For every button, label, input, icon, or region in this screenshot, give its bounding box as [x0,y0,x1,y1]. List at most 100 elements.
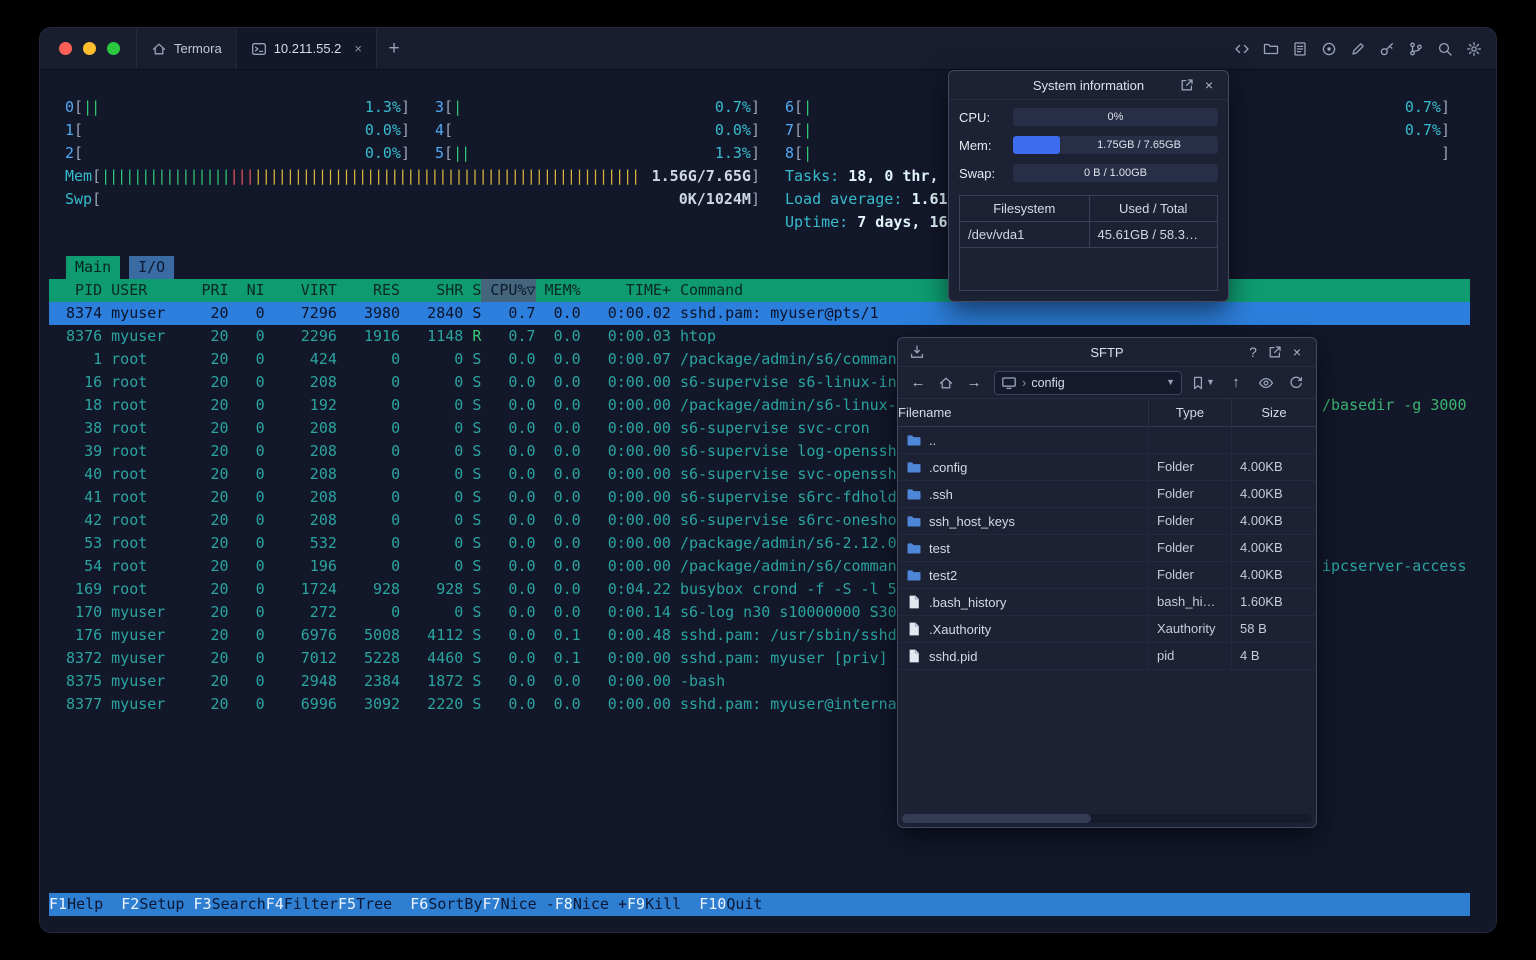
fkey-F5[interactable]: F5 Tree [338,893,410,916]
fkey-F9[interactable]: F9 Kill [627,893,699,916]
state: S [472,488,482,506]
download-icon[interactable] [906,341,928,363]
tab-termora[interactable]: Termora [136,28,237,69]
fkey-F1[interactable]: F1 Help [49,893,121,916]
sftp-column-filename[interactable]: Filename [898,399,1148,427]
user: myuser [111,327,166,345]
fkey-F7[interactable]: F7 Nice - [483,893,555,916]
path-bar[interactable]: › config ▼ [994,370,1182,395]
termora-window: Termora 10.211.55.2 × + 0[|| 1.3%] 3[| 0.7%… [40,28,1496,932]
fkey-F2[interactable]: F2 Setup [121,893,193,916]
ni: 0 [255,396,265,414]
sftp-column-size[interactable]: Size [1231,399,1316,427]
refresh-button[interactable] [1284,371,1308,395]
column-header-res[interactable]: RES [337,279,400,302]
pid: 8376 [66,327,103,345]
notes-icon[interactable] [1288,37,1312,61]
resource-label: Swap: [959,165,996,181]
close-window-button[interactable] [59,42,72,55]
fkey-F8[interactable]: F8 Nice + [555,893,627,916]
record-icon[interactable] [1317,37,1341,61]
file-row[interactable]: .Xauthority Xauthority 58 B [898,616,1316,643]
code-icon[interactable] [1230,37,1254,61]
key-icon[interactable] [1375,37,1399,61]
command-overflow-text: /basedir -g 3000 [1322,396,1467,414]
folder-icon[interactable] [1259,37,1283,61]
back-button[interactable]: ← [906,371,930,395]
zoom-window-button[interactable] [107,42,120,55]
cpu-pct: 0.0 [508,557,536,575]
file-row[interactable]: .bash_history bash_hi… 1.60KB [898,589,1316,616]
file-row[interactable]: test2 Folder 4.00KB [898,562,1316,589]
htop-tab-i-o[interactable]: I/O [129,256,175,279]
help-icon[interactable]: ? [1242,341,1264,363]
close-panel-icon[interactable]: × [1286,341,1308,363]
fkey-F10[interactable]: F10 Quit [699,893,780,916]
cpu-pct: 0.0 [508,534,536,552]
htop-tab-main[interactable]: Main [66,256,121,279]
file-row[interactable]: .. [898,427,1316,454]
file-size: 58 B [1231,616,1316,642]
branch-icon[interactable] [1404,37,1428,61]
horizontal-scrollbar[interactable] [902,814,1312,823]
folder-icon [906,513,922,529]
pencil-icon[interactable] [1346,37,1370,61]
tab-ssh-session[interactable]: 10.211.55.2 × [236,28,377,69]
file-row[interactable]: .ssh Folder 4.00KB [898,481,1316,508]
fkey-F6[interactable]: F6 SortBy [410,893,482,916]
shr: 0 [454,442,464,460]
open-in-window-icon[interactable] [1176,74,1198,96]
column-header-ni[interactable]: NI [229,279,265,302]
fs-column-header[interactable]: Used / Total [1088,196,1218,222]
fs-name: /dev/vda1 [968,227,1025,242]
column-header-user[interactable]: USER [102,279,192,302]
process-row-8374[interactable]: 8374 myuser 20 0 7296 3980 2840 S 0.7 0.0 0:00.02 s… [49,302,1470,325]
pid: 16 [84,373,103,391]
column-header-shr[interactable]: SHR [400,279,463,302]
scrollbar-thumb[interactable] [902,814,1091,823]
file-row[interactable]: ssh_host_keys Folder 4.00KB [898,508,1316,535]
fkey-F4[interactable]: F4 Filter [266,893,338,916]
time: 0:00.00 [607,534,671,552]
close-tab-icon[interactable]: × [354,42,362,55]
column-header-virt[interactable]: VIRT [265,279,337,302]
user: myuser [111,649,166,667]
file-type: Xauthority [1148,616,1231,642]
fkey-F3[interactable]: F3 Search [194,893,266,916]
state: S [472,304,482,322]
cpu-meter-1: 1[0.0%] [65,121,410,139]
caret-down-icon[interactable]: ▼ [1166,378,1175,387]
res: 0 [391,557,401,575]
settings-icon[interactable] [1462,37,1486,61]
virt: 1724 [300,580,337,598]
filesystem-row[interactable]: /dev/vda1 45.61GB / 58.3… [960,222,1217,248]
file-name-cell: test2 [898,567,1148,583]
file-row[interactable]: .config Folder 4.00KB [898,454,1316,481]
pri: 20 [210,373,229,391]
pid: 8372 [66,649,103,667]
column-header-s[interactable]: S [463,279,481,302]
traffic-lights [40,42,136,55]
state: S [472,695,482,713]
upload-button[interactable]: ↑ [1224,371,1248,395]
file-row[interactable]: test Folder 4.00KB [898,535,1316,562]
home-button[interactable] [934,371,958,395]
new-tab-button[interactable]: + [377,39,411,58]
cpu-pct: 0.0 [508,626,536,644]
column-header-mem[interactable]: MEM% [536,279,581,302]
bookmarks-button[interactable]: ▼ [1190,375,1215,391]
search-icon[interactable] [1433,37,1457,61]
column-header-time[interactable]: TIME+ [581,279,671,302]
open-in-window-icon[interactable] [1264,341,1286,363]
forward-button[interactable]: → [962,371,986,395]
column-header-pid[interactable]: PID [57,279,102,302]
column-header-cpu[interactable]: CPU%▽ [481,279,536,302]
fs-column-header[interactable]: Filesystem [960,196,1089,222]
column-header-pri[interactable]: PRI [192,279,228,302]
file-row[interactable]: sshd.pid pid 4 B [898,643,1316,670]
minimize-window-button[interactable] [83,42,96,55]
cpu-pct: 0.7 [508,304,536,322]
close-panel-icon[interactable]: × [1198,74,1220,96]
sftp-column-type[interactable]: Type [1148,399,1231,427]
show-hidden-files-button[interactable] [1254,371,1278,395]
